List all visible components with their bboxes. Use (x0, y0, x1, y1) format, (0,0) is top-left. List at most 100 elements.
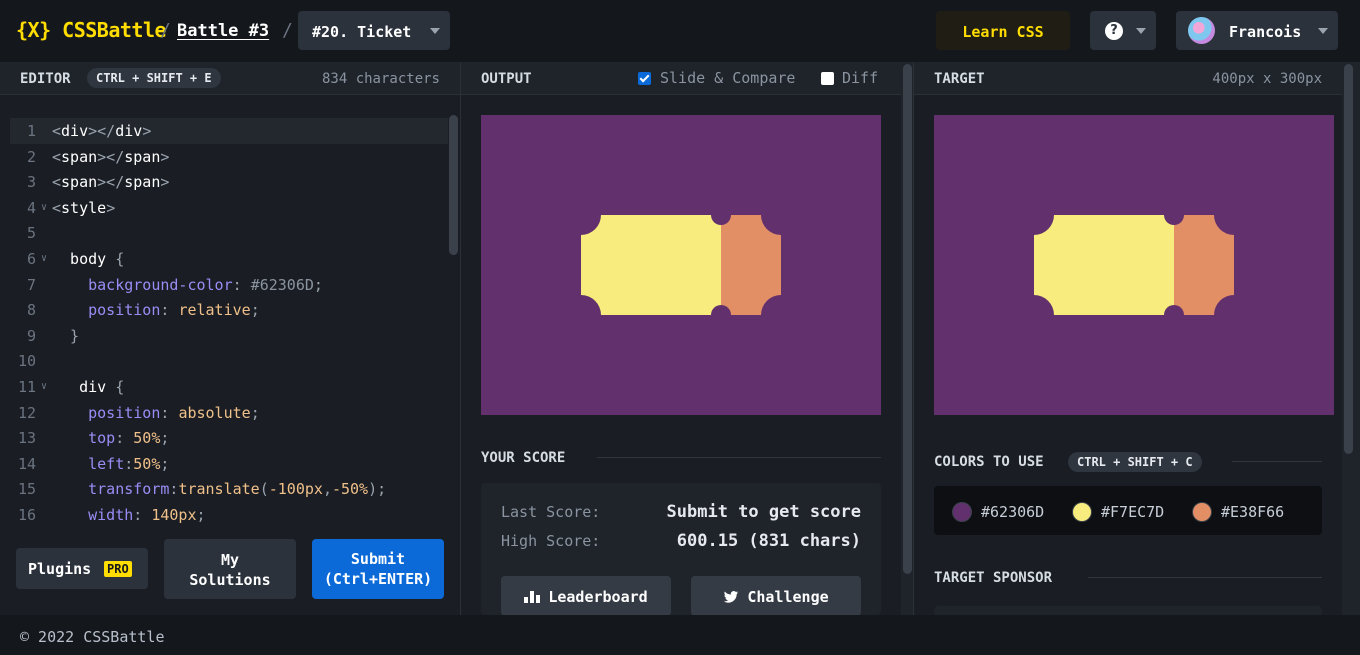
user-menu-button[interactable]: Francois (1176, 11, 1338, 50)
code-line[interactable]: 9 } (10, 323, 448, 349)
line-number: 2 (26, 147, 36, 166)
code-token: span (124, 147, 161, 166)
help-button[interactable]: ? (1090, 11, 1156, 50)
footer: © 2022 CSSBattle (0, 615, 1360, 655)
code-line[interactable]: 5 (10, 220, 448, 246)
target-scrollbar[interactable] (1344, 64, 1353, 454)
slide-compare-checkbox[interactable] (638, 72, 651, 85)
ticket-perforation (711, 305, 731, 325)
code-token: ; (313, 275, 323, 294)
code-line[interactable]: 11 ∨ div { (10, 374, 448, 400)
code-token: < (52, 173, 62, 192)
color-hex[interactable]: #62306D (981, 503, 1044, 521)
challenge-button[interactable]: Challenge (691, 576, 861, 616)
code-token: < (52, 198, 62, 217)
slide-compare-label[interactable]: Slide & Compare (660, 69, 795, 87)
code-line[interactable]: 1 <div></div> (10, 118, 448, 144)
fold-chevron-icon[interactable]: ∨ (36, 195, 52, 221)
editor-title: EDITOR (20, 71, 71, 87)
pro-badge: PRO (104, 561, 132, 577)
learn-css-button[interactable]: Learn CSS (936, 11, 1070, 50)
target-sponsor-title: TARGET SPONSOR (934, 570, 1053, 586)
code-line[interactable]: 10 (10, 348, 448, 374)
top-bar: {X} CSSBattle / Battle #3 / #20. Ticket … (0, 0, 1360, 62)
code-line[interactable]: 13 top: 50%; (10, 425, 448, 451)
code-line[interactable]: 16 width: 140px; (10, 502, 448, 528)
colors-title: COLORS TO USE (934, 454, 1044, 470)
fold-chevron-icon[interactable]: ∨ (36, 246, 52, 272)
editor-scrollbar[interactable] (449, 115, 458, 255)
twitter-icon (724, 591, 739, 603)
line-number: 1 (26, 122, 36, 140)
code-token: 50% (133, 454, 161, 473)
color-hex[interactable]: #E38F66 (1221, 503, 1284, 521)
leaderboard-button[interactable]: Leaderboard (501, 576, 671, 616)
cssbattle-logo[interactable]: {X} CSSBattle (16, 18, 167, 42)
code-token: : (160, 301, 179, 320)
editor-shortcut-badge: CTRL + SHIFT + E (87, 68, 221, 88)
battle-link[interactable]: Battle #3 (177, 21, 269, 41)
code-token: ( (259, 480, 269, 499)
chevron-down-icon (1136, 28, 1146, 34)
code-token: div (52, 378, 116, 396)
line-number: 5 (26, 224, 36, 243)
code-line[interactable]: 6 ∨ body { (10, 246, 448, 272)
challenge-label: Challenge (747, 588, 829, 606)
code-token: 50% (133, 429, 161, 448)
code-token: { (115, 378, 125, 396)
submit-label-line1: Submit (350, 550, 406, 568)
code-token: -100px (268, 480, 323, 499)
output-scrollbar[interactable] (903, 64, 912, 574)
my-solutions-label-line2: Solutions (189, 571, 271, 589)
code-token: left (52, 454, 125, 473)
line-number: 15 (17, 480, 36, 499)
diff-label[interactable]: Diff (842, 69, 878, 87)
code-editor[interactable]: 1 <div></div> 2 <span></span> 3 <span></span>… (0, 96, 460, 530)
line-number: 16 (17, 506, 36, 524)
avatar (1188, 17, 1215, 44)
diff-checkbox[interactable] (821, 72, 834, 85)
line-number: 3 (26, 173, 36, 192)
colors-shortcut-badge: CTRL + SHIFT + C (1068, 452, 1202, 472)
ticket-notch (1214, 295, 1254, 335)
code-token: span (124, 173, 161, 192)
code-token: -50% (331, 480, 369, 499)
my-solutions-button[interactable]: My Solutions (164, 539, 296, 599)
code-token: transform (52, 480, 170, 499)
code-token: : (115, 429, 134, 448)
code-line[interactable]: 12 position: absolute; (10, 400, 448, 426)
color-hex[interactable]: #F7EC7D (1101, 503, 1164, 521)
sponsor-panel (934, 606, 1322, 615)
fold-chevron-icon[interactable]: ∨ (36, 374, 52, 400)
code-line[interactable]: 8 position: relative; (10, 297, 448, 323)
last-score-value: Submit to get score (666, 502, 861, 522)
code-token: position (52, 403, 161, 422)
target-select-dropdown[interactable]: #20. Ticket (298, 11, 450, 50)
code-line[interactable]: 7 background-color: #62306D; (10, 272, 448, 298)
code-line[interactable]: 15 transform:translate(-100px,-50%); (10, 476, 448, 502)
color-swatch[interactable] (1072, 502, 1092, 522)
code-token: ></ (97, 173, 125, 192)
color-swatch[interactable] (1192, 502, 1212, 522)
ticket-perforation (711, 205, 731, 225)
code-line[interactable]: 4 ∨ <style> (10, 195, 448, 221)
code-line[interactable]: 3 <span></span> (10, 169, 448, 195)
color-swatch[interactable] (952, 502, 972, 522)
submit-label-line2: (Ctrl+ENTER) (323, 570, 433, 588)
code-token: background-color (52, 275, 233, 294)
code-line[interactable]: 2 <span></span> (10, 144, 448, 170)
line-number: 4 (26, 198, 36, 217)
copyright-text: © 2022 CSSBattle (20, 628, 165, 646)
plugins-label: Plugins (28, 560, 92, 578)
high-score-label: High Score: (501, 532, 601, 550)
submit-button[interactable]: Submit (Ctrl+ENTER) (312, 539, 444, 599)
code-token: span (61, 147, 98, 166)
ticket-body (581, 215, 721, 315)
your-score-title: YOUR SCORE (481, 450, 566, 466)
plugins-button[interactable]: Plugins PRO (16, 548, 148, 589)
code-line[interactable]: 14 left:50%; (10, 451, 448, 477)
code-token: 140px (151, 506, 197, 524)
target-title: TARGET (934, 71, 985, 87)
panel-divider (913, 62, 914, 615)
output-preview[interactable] (481, 115, 881, 415)
